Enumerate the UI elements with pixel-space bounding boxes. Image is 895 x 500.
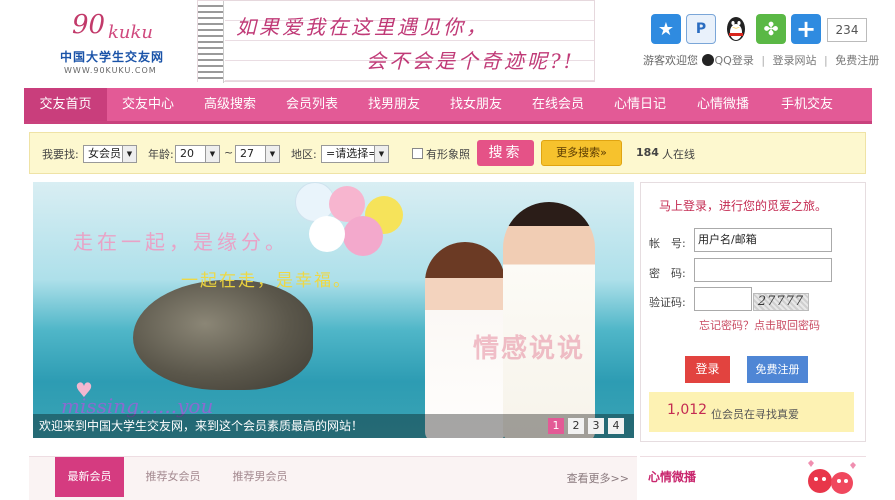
search-button[interactable]: 搜索 xyxy=(477,140,534,166)
logo-site-name: 中国大学生交友网 xyxy=(60,50,165,64)
separator: | xyxy=(761,54,766,67)
tab-recommended-male[interactable]: 推荐男会员 xyxy=(224,457,296,497)
region-label: 地区: xyxy=(291,148,317,161)
login-button[interactable]: 登录 xyxy=(685,356,730,383)
age-to-select[interactable]: 27 ▼ xyxy=(235,145,280,163)
nav-item-online-members[interactable]: 在线会员 xyxy=(517,88,599,121)
slider-pager: 1 2 3 4 xyxy=(548,418,624,434)
hero-groom xyxy=(503,202,595,438)
chevron-down-icon: ▼ xyxy=(205,146,219,162)
age-label: 年龄: xyxy=(148,148,174,161)
notebook-spiral xyxy=(198,1,224,83)
hero-caption-bar: 欢迎来到中国大学生交友网，来到这个会员素质最高的网站！ 1 2 3 4 xyxy=(33,414,634,438)
mood-panel: 心情微播 xyxy=(640,456,866,500)
age-from-value: 20 xyxy=(180,147,194,160)
quick-icons: ★ P ✤ + xyxy=(651,14,821,44)
captcha-input[interactable] xyxy=(694,287,752,311)
nav-item-advanced-search[interactable]: 高级搜索 xyxy=(189,88,271,121)
star-icon[interactable]: ★ xyxy=(651,14,681,44)
account-input[interactable]: 用户名/邮箱 xyxy=(694,228,832,252)
hero-watermark: 情感说说 xyxy=(473,334,586,364)
banner-line-1: 如果爱我在这里遇见你， xyxy=(236,15,489,39)
plus-icon[interactable]: + xyxy=(791,14,821,44)
login-title: 马上登录，进行您的觅爱之旅。 xyxy=(659,199,828,213)
site-logo[interactable]: 90 kuku 中国大学生交友网 WWW.90KUKU.COM xyxy=(50,8,200,80)
nav-item-member-list[interactable]: 会员列表 xyxy=(271,88,353,121)
tab-newest-members[interactable]: 最新会员 xyxy=(55,457,124,497)
captcha-label: 验证码: xyxy=(649,296,686,309)
view-more-link[interactable]: 查看更多>> xyxy=(567,470,629,486)
nav-item-center[interactable]: 交友中心 xyxy=(107,88,189,121)
hero-text-1: 走在一起，是缘分。 xyxy=(73,230,289,254)
password-input[interactable] xyxy=(694,258,832,282)
chevron-down-icon: ▼ xyxy=(374,146,388,162)
photo-checkbox-label: 有形象照 xyxy=(426,148,470,161)
gender-select-value: 女会员 xyxy=(88,147,121,160)
hero-caption: 欢迎来到中国大学生交友网，来到这个会员素质最高的网站！ xyxy=(39,419,364,433)
banner-line-2: 会不会是个奇迹呢?! xyxy=(366,49,575,73)
hero-text-2: 一起在走，是幸福。 xyxy=(181,271,352,291)
slider-page-3[interactable]: 3 xyxy=(588,418,604,434)
nav-item-home[interactable]: 交友首页 xyxy=(24,88,107,121)
logo-url: WWW.90KUKU.COM xyxy=(64,66,157,75)
nav-item-mood-diary[interactable]: 心情日记 xyxy=(599,88,681,121)
chevron-down-icon: ▼ xyxy=(265,146,279,162)
qq-login-link[interactable]: QQ登录 xyxy=(715,54,754,67)
account-label: 帐 号: xyxy=(649,237,686,250)
captcha-image[interactable]: 27777 xyxy=(753,293,809,311)
welcome-text: 游客欢迎您 xyxy=(643,54,698,67)
logo-script: kuku xyxy=(108,22,153,43)
header: 90 kuku 中国大学生交友网 WWW.90KUKU.COM 如果爱我在这里遇… xyxy=(0,0,895,88)
login-panel: 马上登录，进行您的觅爱之旅。 帐 号: 用户名/邮箱 密 码: 验证码: 277… xyxy=(640,182,866,442)
region-select-value: =请选择= xyxy=(326,147,378,160)
register-button[interactable]: 免费注册 xyxy=(747,356,808,383)
nav-item-find-boyfriend[interactable]: 找男朋友 xyxy=(353,88,435,121)
search-icon[interactable]: P xyxy=(686,14,716,44)
more-search-button[interactable]: 更多搜索» xyxy=(541,140,622,166)
find-label: 我要找: xyxy=(42,148,79,161)
online-label: 人在线 xyxy=(662,148,695,161)
qq-penguin-icon[interactable] xyxy=(721,14,751,44)
notebook-banner: 如果爱我在这里遇见你， 会不会是个奇迹呢?! xyxy=(197,0,595,83)
visitor-counter: 234 xyxy=(827,18,867,42)
chevron-down-icon: ▼ xyxy=(122,146,136,162)
online-count: 184 xyxy=(636,146,659,159)
gender-select[interactable]: 女会员 ▼ xyxy=(83,145,137,163)
free-register-link[interactable]: 免费注册 xyxy=(835,54,879,67)
age-separator: ~ xyxy=(224,146,234,159)
cartoon-couple-icon xyxy=(800,459,860,497)
nav-item-find-girlfriend[interactable]: 找女朋友 xyxy=(435,88,517,121)
qq-small-icon xyxy=(701,54,714,66)
separator: | xyxy=(824,54,828,67)
photo-checkbox[interactable] xyxy=(412,148,423,159)
clover-icon[interactable]: ✤ xyxy=(756,14,786,44)
age-to-value: 27 xyxy=(240,147,254,160)
region-select[interactable]: =请选择= ▼ xyxy=(321,145,389,163)
tab-recommended-female[interactable]: 推荐女会员 xyxy=(137,457,209,497)
quick-search-bar: 我要找: 女会员 ▼ 年龄: 20 ▼ ~ 27 ▼ 地区: =请选择= ▼ 有形象照 … xyxy=(29,132,866,174)
hero-balloons xyxy=(295,182,435,272)
forgot-password-link[interactable]: 忘记密码？点击取回密码 xyxy=(699,317,820,333)
age-from-select[interactable]: 20 ▼ xyxy=(175,145,220,163)
nav-item-mood-micro[interactable]: 心情微播 xyxy=(681,88,765,121)
slider-page-1[interactable]: 1 xyxy=(548,418,564,434)
top-links: 游客欢迎您 QQ登录 | 登录网站 | 免费注册 xyxy=(643,52,879,68)
password-label: 密 码: xyxy=(649,267,686,280)
member-count: 1,012 xyxy=(667,402,708,418)
main-nav: 交友首页 交友中心 高级搜索 会员列表 找男朋友 找女朋友 在线会员 心情日记 … xyxy=(24,88,872,124)
logo-number: 90 xyxy=(72,10,106,40)
nav-item-mobile[interactable]: 手机交友 xyxy=(765,88,849,121)
site-login-link[interactable]: 登录网站 xyxy=(773,54,817,67)
member-tabs: 最新会员 推荐女会员 推荐男会员 查看更多>> xyxy=(29,456,637,500)
hero-slider[interactable]: 走在一起，是缘分。 一起在走，是幸福。 情感说说 ♥ missing......… xyxy=(33,182,634,438)
slider-page-2[interactable]: 2 xyxy=(568,418,584,434)
mood-title: 心情微播 xyxy=(648,470,697,484)
members-seeking-box: 1,012 位会员在寻找真爱 xyxy=(649,392,854,432)
slider-page-4[interactable]: 4 xyxy=(608,418,624,434)
hero-rock xyxy=(133,280,313,390)
member-count-text: 位会员在寻找真爱 xyxy=(711,408,799,421)
